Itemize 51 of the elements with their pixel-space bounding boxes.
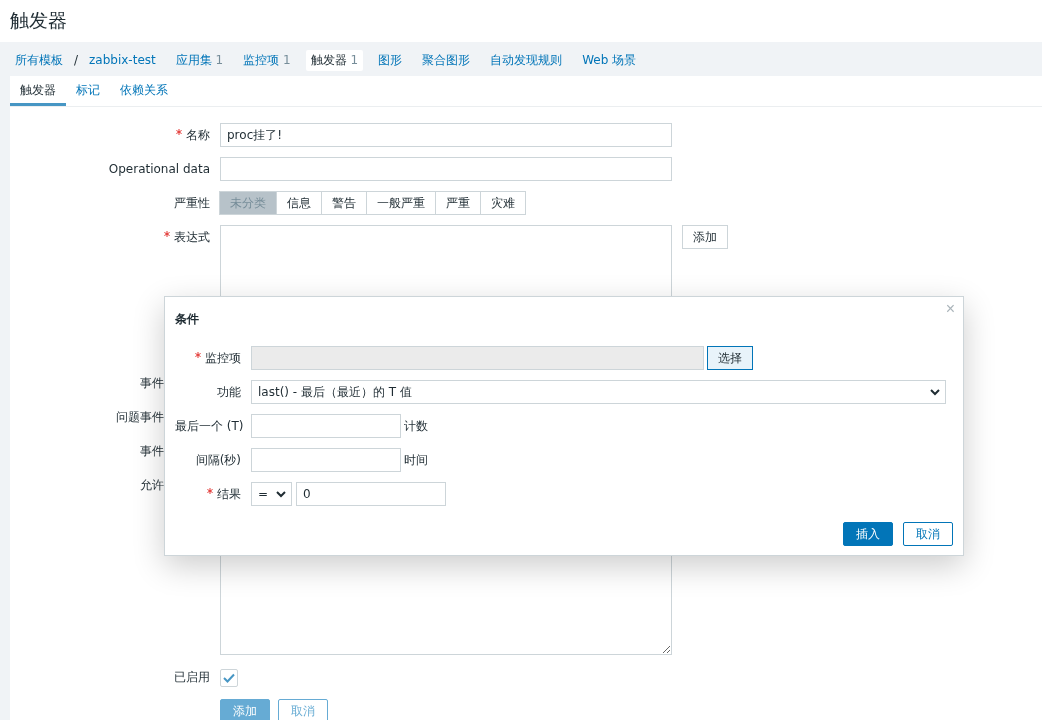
item-input[interactable] — [251, 346, 704, 370]
field-label: 结果 — [175, 485, 241, 503]
operational-data-input[interactable] — [220, 157, 672, 181]
severity-option[interactable]: 严重 — [435, 191, 481, 215]
chevron-down-icon — [275, 488, 287, 500]
field-label: 最后一个 (T) — [175, 417, 241, 435]
breadcrumb-separator: / — [74, 53, 79, 67]
severity-option[interactable]: 警告 — [321, 191, 367, 215]
tab[interactable]: 标记 — [66, 76, 110, 106]
breadcrumb-link[interactable]: 自动发现规则 — [485, 49, 568, 71]
breadcrumb-link[interactable]: zabbix-test — [84, 51, 161, 69]
field-label: 允许 — [139, 477, 164, 494]
unit-label: 计数 — [404, 417, 428, 435]
severity-option[interactable]: 信息 — [276, 191, 322, 215]
field-label: 监控项 — [175, 349, 241, 367]
unit-label: 时间 — [404, 451, 428, 469]
breadcrumb-link[interactable]: Web 场景 — [577, 49, 642, 71]
field-label: 事件 — [139, 443, 164, 460]
interval-input[interactable] — [251, 448, 401, 472]
add-button[interactable]: 添加 — [682, 225, 728, 249]
field-label: 功能 — [216, 383, 241, 401]
breadcrumb-link[interactable]: 所有模板 — [10, 49, 68, 71]
dialog-button[interactable]: 取消 — [903, 522, 953, 546]
name-input[interactable]: proc挂了! — [220, 123, 672, 147]
breadcrumb-link[interactable]: 聚合图形 — [417, 49, 476, 71]
page-title: 触发器 — [10, 8, 67, 33]
select-button[interactable]: 选择 — [707, 346, 753, 370]
breadcrumb-link[interactable]: 触发器 1 — [305, 49, 364, 71]
severity-option[interactable]: 一般严重 — [366, 191, 436, 215]
dialog-title: 条件 — [175, 311, 200, 328]
breadcrumb-link[interactable]: 图形 — [373, 49, 408, 71]
field-label: 表达式 — [10, 225, 210, 249]
tab[interactable]: 依赖关系 — [110, 76, 178, 106]
last-t-input[interactable] — [251, 414, 401, 438]
enabled-checkbox[interactable] — [220, 669, 238, 687]
check-icon — [223, 673, 235, 683]
field-label: 严重性 — [173, 195, 210, 212]
severity-option[interactable]: 灾难 — [480, 191, 526, 215]
field-label: 事件 — [139, 375, 164, 392]
operator-select[interactable]: = — [251, 482, 292, 506]
breadcrumb-link[interactable]: 应用集 1 — [170, 49, 229, 71]
result-input[interactable]: 0 — [296, 482, 446, 506]
field-label: 间隔(秒) — [194, 451, 241, 469]
field-label: 名称 — [10, 123, 210, 147]
chevron-down-icon — [929, 386, 941, 398]
breadcrumb-link[interactable]: 监控项 1 — [238, 49, 296, 71]
dialog-button[interactable]: 插入 — [843, 522, 893, 546]
field-label: 已启用 — [173, 669, 210, 686]
function-select[interactable]: last() - 最后（最近）的 T 值 — [251, 380, 946, 404]
field-label: 问题事件 — [115, 409, 164, 426]
field-label: Operational data — [107, 161, 210, 178]
